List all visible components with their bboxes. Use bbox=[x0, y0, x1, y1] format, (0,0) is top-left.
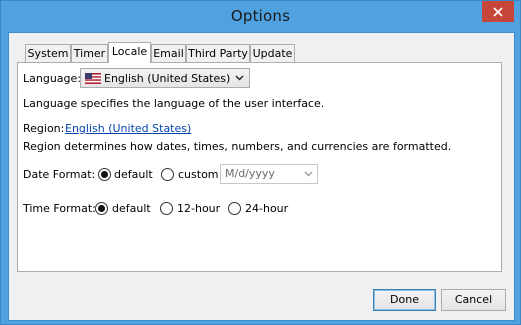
dialog-body: System Timer Locale Email Third Party Up… bbox=[8, 32, 515, 321]
region-description: Region determines how dates, times, numb… bbox=[23, 140, 452, 153]
cancel-button[interactable]: Cancel bbox=[441, 289, 506, 311]
time-format-label: Time Format: bbox=[23, 202, 96, 215]
done-button[interactable]: Done bbox=[373, 289, 436, 311]
tab-locale[interactable]: Locale bbox=[108, 42, 151, 63]
time-12hour-label[interactable]: 12-hour bbox=[177, 202, 220, 215]
tab-system[interactable]: System bbox=[25, 44, 71, 62]
region-label: Region: bbox=[23, 122, 65, 135]
chevron-down-icon bbox=[235, 75, 244, 81]
close-button[interactable] bbox=[482, 1, 514, 22]
date-format-label: Date Format: bbox=[23, 168, 96, 181]
language-label: Language: bbox=[23, 72, 81, 85]
time-default-radio[interactable] bbox=[95, 202, 108, 215]
language-select[interactable]: English (United States) bbox=[80, 68, 250, 88]
title-bar[interactable]: Options bbox=[1, 1, 520, 32]
window-title: Options bbox=[230, 7, 291, 25]
us-flag-icon bbox=[85, 73, 101, 84]
time-24hour-label[interactable]: 24-hour bbox=[245, 202, 288, 215]
options-window: Options System Timer Locale Email Third … bbox=[0, 0, 521, 325]
close-icon bbox=[493, 6, 503, 17]
language-select-value: English (United States) bbox=[104, 72, 231, 85]
tab-third-party[interactable]: Third Party bbox=[186, 44, 250, 62]
time-default-label[interactable]: default bbox=[112, 202, 151, 215]
locale-panel: Language: English (United States) Langua… bbox=[17, 62, 502, 272]
region-link[interactable]: English (United States) bbox=[65, 122, 191, 135]
tab-email[interactable]: Email bbox=[151, 44, 186, 62]
date-custom-label[interactable]: custom bbox=[178, 168, 219, 181]
date-default-radio[interactable] bbox=[98, 168, 111, 181]
tab-update[interactable]: Update bbox=[250, 44, 295, 62]
date-custom-radio[interactable] bbox=[161, 168, 174, 181]
date-default-label[interactable]: default bbox=[114, 168, 153, 181]
chevron-down-icon bbox=[304, 171, 313, 177]
tab-timer[interactable]: Timer bbox=[71, 44, 108, 62]
language-description: Language specifies the language of the u… bbox=[23, 97, 325, 110]
date-custom-field[interactable] bbox=[220, 164, 318, 184]
time-12hour-radio[interactable] bbox=[160, 202, 173, 215]
time-24hour-radio[interactable] bbox=[228, 202, 241, 215]
date-custom-input[interactable] bbox=[221, 165, 303, 182]
